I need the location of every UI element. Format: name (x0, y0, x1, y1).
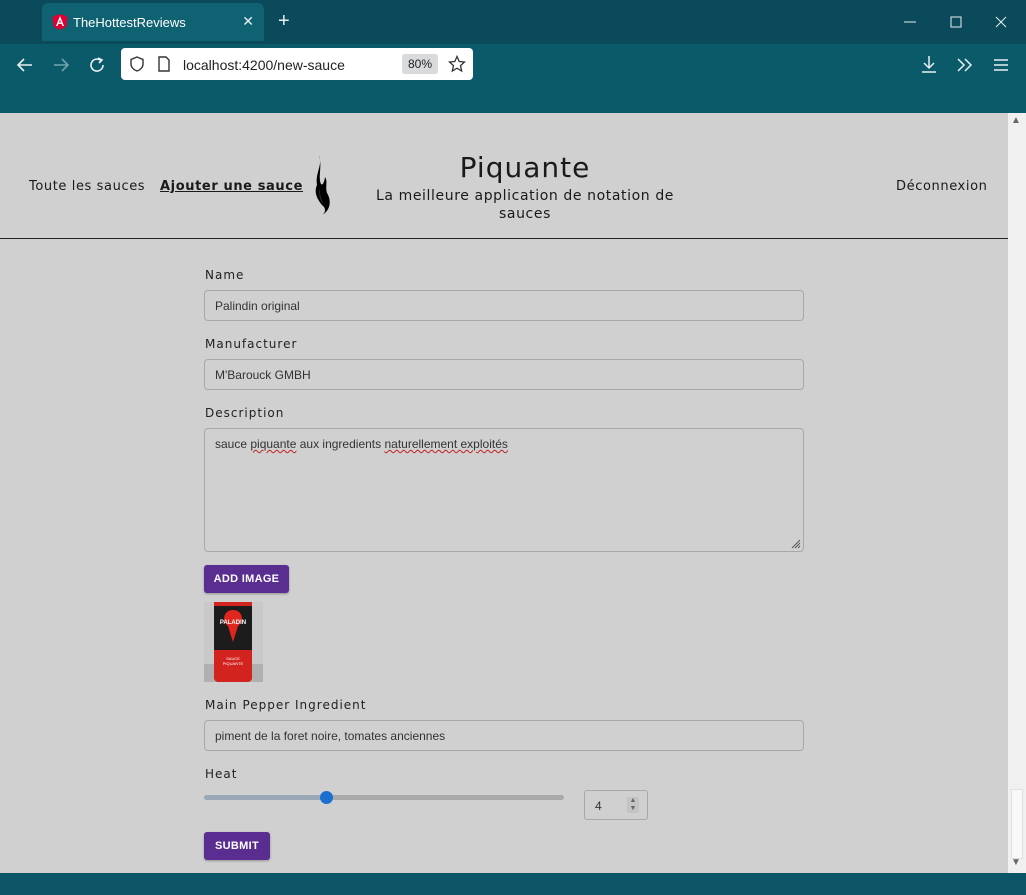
maximize-icon[interactable] (949, 15, 963, 29)
svg-text:PIQUANTE: PIQUANTE (223, 661, 244, 666)
shield-icon[interactable] (130, 56, 144, 72)
url-text[interactable]: localhost:4200/new-sauce (183, 57, 345, 73)
description-text: sauce piquante aux ingredients naturelle… (215, 437, 508, 451)
brand-subtitle: La meilleure application de notation de … (375, 188, 675, 222)
heat-value: 4 (595, 799, 602, 813)
pepper-input[interactable]: piment de la foret noire, tomates ancien… (204, 720, 804, 751)
description-label: Description (205, 406, 285, 420)
manufacturer-input[interactable]: M'Barouck GMBH (204, 359, 804, 390)
heat-label: Heat (205, 767, 238, 781)
name-label: Name (205, 268, 245, 282)
nav-all-sauces[interactable]: Toute les sauces (29, 179, 145, 194)
browser-tab[interactable]: TheHottestReviews ✕ (42, 3, 264, 41)
tab-title: TheHottestReviews (73, 15, 186, 30)
forward-arrow-icon[interactable] (52, 56, 70, 74)
browser-navbar: localhost:4200/new-sauce 80% (0, 44, 1026, 113)
browser-titlebar: TheHottestReviews ✕ + (0, 0, 1026, 44)
minimize-icon[interactable] (903, 15, 917, 29)
scroll-down-icon[interactable]: ▼ (1011, 857, 1021, 868)
site-header: Toute les sauces Ajouter une sauce Piqua… (0, 113, 1008, 239)
close-window-icon[interactable] (994, 15, 1008, 29)
manufacturer-value: M'Barouck GMBH (215, 368, 311, 382)
scroll-thumb[interactable] (1011, 789, 1023, 859)
star-bookmark-icon[interactable] (448, 55, 466, 73)
resize-grip-icon[interactable] (789, 537, 801, 549)
add-image-button[interactable]: ADD IMAGE (204, 565, 289, 593)
heat-slider[interactable] (204, 791, 564, 804)
description-textarea[interactable]: sauce piquante aux ingredients naturelle… (204, 428, 804, 552)
tab-close-icon[interactable]: ✕ (242, 13, 254, 30)
spinner-icon[interactable]: ▲ ▼ (627, 797, 639, 813)
name-value: Palindin original (215, 299, 300, 313)
flame-logo-icon (315, 155, 330, 215)
manufacturer-label: Manufacturer (205, 337, 298, 351)
heat-slider-knob[interactable] (319, 791, 333, 804)
new-tab-button[interactable]: + (278, 11, 290, 31)
download-icon[interactable] (920, 55, 938, 75)
page-icon (158, 56, 170, 72)
submit-button[interactable]: SUBMIT (204, 832, 270, 860)
page-scrollbar[interactable]: ▲ ▼ (1008, 113, 1026, 873)
name-input[interactable]: Palindin original (204, 290, 804, 321)
logout-link[interactable]: Déconnexion (896, 179, 987, 194)
address-bar[interactable]: localhost:4200/new-sauce 80% (121, 48, 473, 80)
heat-slider-fill (204, 795, 327, 800)
heat-number-input[interactable]: 4 ▲ ▼ (584, 790, 648, 820)
menu-icon[interactable] (993, 58, 1009, 72)
brand-title: Piquante (459, 151, 591, 184)
scroll-up-icon[interactable]: ▲ (1011, 115, 1021, 126)
zoom-badge[interactable]: 80% (402, 54, 438, 74)
pepper-value: piment de la foret noire, tomates ancien… (215, 729, 446, 743)
back-arrow-icon[interactable] (16, 56, 34, 74)
nav-add-sauce[interactable]: Ajouter une sauce (160, 179, 303, 194)
pepper-label: Main Pepper Ingredient (205, 698, 367, 712)
reload-icon[interactable] (88, 56, 106, 74)
page-viewport: Toute les sauces Ajouter une sauce Piqua… (0, 113, 1026, 873)
sauce-image: PALADIN SAUCE PIQUANTE (204, 602, 263, 682)
angular-icon (52, 14, 68, 30)
chevron-double-right-icon[interactable] (956, 57, 974, 73)
svg-text:PALADIN: PALADIN (220, 620, 246, 626)
